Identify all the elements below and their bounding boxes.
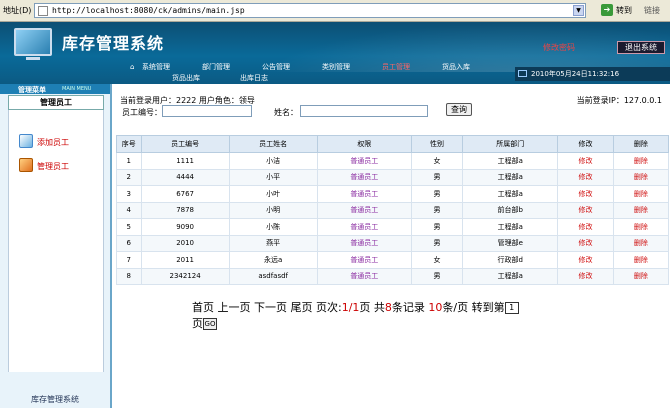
sidebar-section-title: 管理员工 xyxy=(8,95,104,110)
permission-link[interactable]: 普通员工 xyxy=(316,218,412,236)
change-password-link[interactable]: 修改密码 xyxy=(543,42,575,53)
sidebar-footer: 库存管理系统 xyxy=(31,395,79,404)
nav-out-log[interactable]: 出库日志 xyxy=(240,73,268,83)
next-page-link[interactable]: 下一页 xyxy=(254,301,287,314)
delete-link[interactable]: 删除 xyxy=(612,201,670,219)
nav-department[interactable]: 部门管理 xyxy=(202,62,230,72)
home-icon: ⌂ xyxy=(130,63,135,71)
main-nav: ⌂ 系统管理 部门管理 公告管理 类别管理 员工管理 货品入库 货品出库 出库日… xyxy=(130,62,510,82)
search-button[interactable]: 查询 xyxy=(446,103,472,116)
edit-link[interactable]: 修改 xyxy=(557,267,614,285)
page-current: 1/1 xyxy=(341,301,360,314)
emp-no-input[interactable] xyxy=(162,105,252,117)
search-bar: 员工编号： 姓名： 查询 xyxy=(114,103,670,119)
col-emp-no: 员工编号 xyxy=(140,135,230,153)
nav-system[interactable]: 系统管理 xyxy=(142,62,170,72)
edit-link[interactable]: 修改 xyxy=(557,152,614,170)
monitor-stand xyxy=(26,57,40,60)
system-title: 库存管理系统 xyxy=(62,34,165,53)
nav-stock-in[interactable]: 货品入库 xyxy=(442,62,470,72)
prev-page-link[interactable]: 上一页 xyxy=(218,301,251,314)
last-page-link[interactable]: 尾页 xyxy=(291,301,313,314)
monitor-icon xyxy=(14,28,52,56)
per-page-count: 10 xyxy=(428,301,443,314)
col-gender: 性别 xyxy=(410,135,464,153)
go-button[interactable]: ➔ 转到 xyxy=(601,3,639,18)
sidebar-body: 添加员工 管理员工 xyxy=(8,110,104,372)
col-index: 序号 xyxy=(116,135,142,153)
logout-button[interactable]: 退出系统 xyxy=(617,41,665,54)
page-icon xyxy=(38,6,48,16)
datetime-text: 2010年05月24日11:32:16 xyxy=(531,70,620,78)
table-row: 8 2342124 asdfasdf 普通员工 男工程部a 修改 删除 xyxy=(116,267,670,285)
edit-link[interactable]: 修改 xyxy=(557,234,614,252)
delete-link[interactable]: 删除 xyxy=(612,218,670,236)
permission-link[interactable]: 普通员工 xyxy=(316,168,412,186)
pagination: 首页 上一页 下一页 尾页 页次:1/1页 共8条记录 10条/页 转到第 1 页… xyxy=(192,300,592,332)
table-row: 5 9090 小陈 普通员工 男工程部a 修改 删除 xyxy=(116,218,670,236)
delete-link[interactable]: 删除 xyxy=(612,267,670,285)
chevron-down-icon[interactable]: ▼ xyxy=(573,5,584,16)
first-page-link[interactable]: 首页 xyxy=(192,301,214,314)
permission-link[interactable]: 普通员工 xyxy=(316,251,412,269)
edit-link[interactable]: 修改 xyxy=(557,218,614,236)
links-label[interactable]: 链接 xyxy=(644,5,660,16)
table-row: 7 2011 永远a 普通员工 女行政部d 修改 删除 xyxy=(116,251,670,269)
delete-link[interactable]: 删除 xyxy=(612,234,670,252)
permission-link[interactable]: 普通员工 xyxy=(316,152,412,170)
edit-link[interactable]: 修改 xyxy=(557,168,614,186)
nav-notice[interactable]: 公告管理 xyxy=(262,62,290,72)
sidebar-item-manage-employee[interactable]: 管理员工 xyxy=(19,158,103,174)
col-permission: 权限 xyxy=(316,135,412,153)
info-bar: 当前登录用户：2222 用户角色：领导 当前登录IP：127.0.0.1 xyxy=(114,94,670,105)
table-row: 3 6767 小叶 普通员工 男工程部a 修改 删除 xyxy=(116,185,670,203)
clock-icon xyxy=(518,70,527,77)
page-label: 页次: xyxy=(316,301,342,314)
address-input[interactable]: http://localhost:8080/ck/admins/main.jsp… xyxy=(34,3,586,18)
edit-link[interactable]: 修改 xyxy=(557,201,614,219)
goto-label: 转到第 xyxy=(471,301,505,314)
col-emp-name: 员工姓名 xyxy=(228,135,318,153)
employee-table: 序号 员工编号 员工姓名 权限 性别 所属部门 修改 删除 1 1111 小洁 普通… xyxy=(116,135,670,285)
emp-no-label: 员工编号： xyxy=(122,108,162,117)
datetime-bar: 2010年05月24日11:32:16 xyxy=(515,67,670,81)
table-header-row: 序号 员工编号 员工姓名 权限 性别 所属部门 修改 删除 xyxy=(116,135,670,153)
delete-link[interactable]: 删除 xyxy=(612,168,670,186)
nav-category[interactable]: 类别管理 xyxy=(322,62,350,72)
col-edit: 修改 xyxy=(557,135,614,153)
arrow-right-icon: ➔ xyxy=(601,4,613,16)
add-user-icon xyxy=(19,134,33,148)
app-header: 库存管理系统 修改密码 退出系统 ⌂ 系统管理 部门管理 公告管理 类别管理 员… xyxy=(0,22,670,84)
name-input[interactable] xyxy=(300,105,428,117)
permission-link[interactable]: 普通员工 xyxy=(316,185,412,203)
table-row: 6 2010 燕平 普通员工 男管理部e 修改 删除 xyxy=(116,234,670,252)
sidebar: 管理菜单 MAIN MENU 管理员工 添加员工 管理员工 库存管理系统 xyxy=(0,84,112,408)
nav-stock-out[interactable]: 货品出库 xyxy=(172,73,200,83)
edit-link[interactable]: 修改 xyxy=(557,185,614,203)
address-url: http://localhost:8080/ck/admins/main.jsp xyxy=(52,6,245,15)
total-records: 8 xyxy=(384,301,392,314)
permission-link[interactable]: 普通员工 xyxy=(316,267,412,285)
sidebar-menu-bar: 管理菜单 MAIN MENU xyxy=(0,84,110,94)
sidebar-item-add-employee[interactable]: 添加员工 xyxy=(19,134,103,150)
delete-link[interactable]: 删除 xyxy=(612,152,670,170)
col-delete: 删除 xyxy=(612,135,670,153)
delete-link[interactable]: 删除 xyxy=(612,185,670,203)
address-label: 地址(D) xyxy=(3,6,32,15)
name-label: 姓名： xyxy=(274,108,298,117)
goto-page-input[interactable]: 1 xyxy=(504,302,519,314)
nav-employee[interactable]: 员工管理 xyxy=(382,62,410,72)
table-row: 4 7878 小明 普通员工 男前台部b 修改 删除 xyxy=(116,201,670,219)
users-icon xyxy=(19,158,33,172)
edit-link[interactable]: 修改 xyxy=(557,251,614,269)
table-row: 2 4444 小平 普通员工 男工程部a 修改 删除 xyxy=(116,168,670,186)
permission-link[interactable]: 普通员工 xyxy=(316,201,412,219)
permission-link[interactable]: 普通员工 xyxy=(316,234,412,252)
main-content: 当前登录用户：2222 用户角色：领导 当前登录IP：127.0.0.1 员工编… xyxy=(114,84,670,408)
table-row: 1 1111 小洁 普通员工 女工程部a 修改 删除 xyxy=(116,152,670,170)
browser-address-bar: 地址(D) http://localhost:8080/ck/admins/ma… xyxy=(0,0,670,22)
col-department: 所属部门 xyxy=(462,135,559,153)
go-page-button[interactable]: GO xyxy=(203,318,217,330)
delete-link[interactable]: 删除 xyxy=(612,251,670,269)
